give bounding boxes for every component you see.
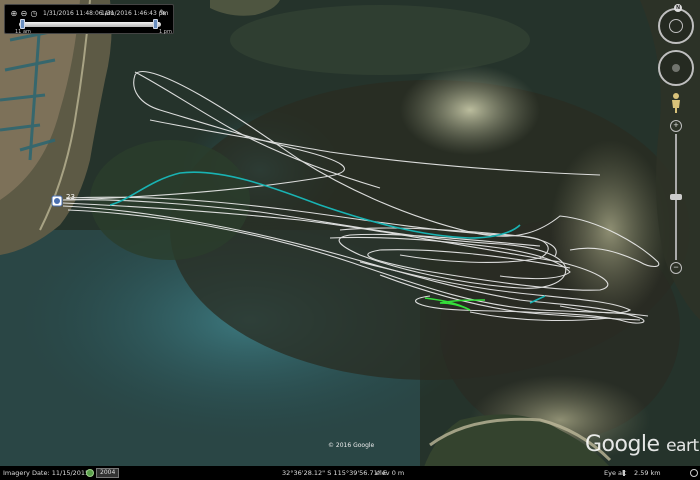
clock-icon[interactable]: ◷ [30, 10, 38, 18]
look-joystick[interactable]: N [658, 4, 694, 44]
placemark-label: 23 [66, 193, 75, 201]
shoal-top [230, 5, 530, 75]
streaming-indicator [623, 470, 625, 476]
map-copyright: © 2016 Google [328, 442, 375, 449]
cursor-coordinates: 32°36'28.12" S 115°39'56.71" E [282, 469, 387, 477]
imagery-date: Imagery Date: 11/15/2015 [3, 469, 90, 477]
north-icon[interactable]: N [674, 4, 682, 12]
time-slider-panel: ⊕ ⊖ ◷ 1/31/2016 11:48:06 am 1/31/2016 1:… [4, 4, 174, 35]
pan-hand-icon [672, 64, 680, 72]
historical-year-button[interactable]: 2004 [96, 468, 120, 478]
settings-wrench-icon[interactable]: ✎ [159, 8, 167, 19]
zoom-out-icon[interactable]: ⊖ [20, 10, 28, 18]
zoom-plus-icon[interactable]: + [670, 120, 682, 132]
time-slider-end-handle[interactable] [153, 19, 158, 29]
cursor-elevation: elev 0 m [376, 469, 405, 477]
logo-word-google: Google [585, 432, 660, 457]
time-start-label: 11 am [15, 29, 31, 35]
placemark-icon[interactable] [51, 195, 63, 207]
sand-shoal-north [400, 65, 540, 155]
zoom-minus-icon[interactable]: − [670, 262, 682, 274]
satellite-map[interactable] [0, 0, 700, 480]
logo-word-earth: earth [666, 436, 700, 456]
look-eye-icon [669, 19, 683, 33]
pan-joystick[interactable] [658, 50, 694, 86]
time-slider-track[interactable] [19, 22, 161, 27]
historical-imagery-clock-icon[interactable] [86, 469, 94, 477]
streaming-status-icon [690, 469, 698, 477]
status-bar: Imagery Date: 11/15/2015 2004 32°36'28.1… [0, 466, 700, 480]
eye-alt-value: 2.59 km [634, 469, 661, 477]
google-earth-logo: Google earth [585, 432, 700, 457]
time-end-label: 1 pm [159, 29, 172, 35]
zoom-in-icon[interactable]: ⊕ [10, 10, 18, 18]
street-view-person-icon[interactable] [668, 92, 684, 114]
zoom-slider-thumb[interactable] [670, 194, 682, 200]
time-slider-start-handle[interactable] [20, 19, 25, 29]
